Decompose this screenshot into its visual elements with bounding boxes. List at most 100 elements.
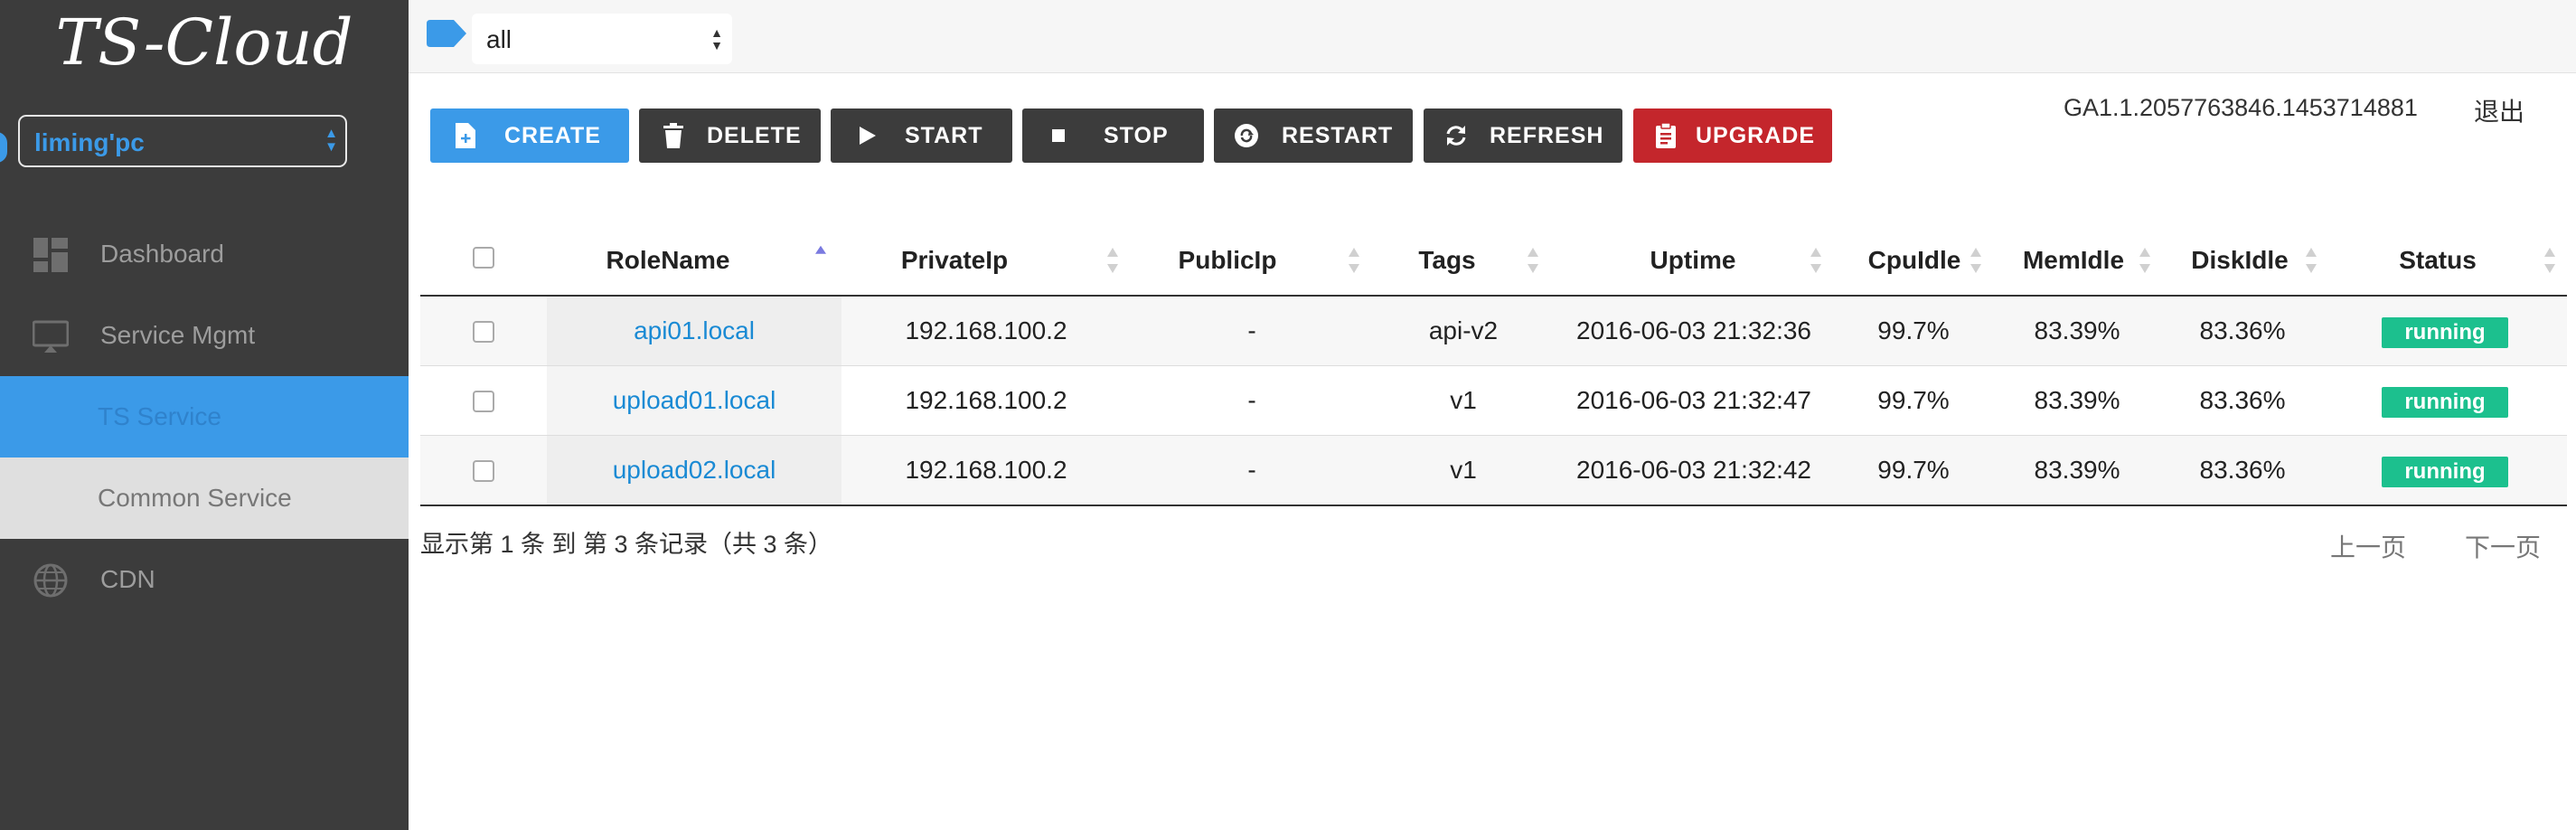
- mem-idle-cell: 83.39%: [2034, 456, 2120, 484]
- dashboard-icon: [33, 238, 68, 272]
- uptime-cell: 2016-06-03 21:32:36: [1576, 316, 1811, 344]
- private-ip-cell: 192.168.100.2: [905, 456, 1067, 484]
- sidebar-item-cdn[interactable]: CDN: [0, 539, 409, 620]
- sidebar: TS-Cloud liming'pc ▲ ▼ Dashboard Service …: [0, 0, 409, 830]
- select-arrows-icon: ▲ ▼: [324, 126, 338, 155]
- table-row: upload01.local 192.168.100.2 - v1 2016-0…: [420, 366, 2567, 436]
- clipboard-icon: [1656, 123, 1676, 148]
- refresh-button-label: REFRESH: [1490, 123, 1604, 148]
- stop-button[interactable]: STOP: [1022, 108, 1204, 163]
- sidebar-item-label: Dashboard: [100, 240, 224, 268]
- sidebar-item-label: Service Mgmt: [100, 321, 256, 349]
- tags-cell: v1: [1450, 386, 1477, 414]
- select-all-checkbox[interactable]: [473, 247, 494, 269]
- role-link[interactable]: upload02.local: [547, 436, 841, 505]
- sort-asc-icon[interactable]: [815, 244, 826, 257]
- sort-both-icon[interactable]: [1970, 247, 1981, 278]
- row-checkbox[interactable]: [473, 321, 494, 343]
- public-ip-cell: -: [1247, 316, 1256, 344]
- create-button[interactable]: CREATE: [430, 108, 629, 163]
- mem-idle-cell: 83.39%: [2034, 386, 2120, 414]
- row-checkbox[interactable]: [473, 391, 494, 412]
- delete-button[interactable]: DELETE: [639, 108, 821, 163]
- col-header-privateip[interactable]: PrivateIp: [841, 226, 1067, 295]
- tag-icon: [427, 20, 466, 47]
- sidebar-item-label: TS Service: [98, 402, 221, 430]
- sidebar-item-label: Common Service: [98, 484, 292, 512]
- sidebar-item-label: CDN: [100, 565, 155, 593]
- table-row: api01.local 192.168.100.2 - api-v2 2016-…: [420, 297, 2567, 366]
- start-button-label: START: [905, 123, 983, 148]
- refresh-icon: [1446, 126, 1466, 146]
- user-select[interactable]: liming'pc ▲ ▼: [18, 115, 347, 167]
- stop-icon: [1052, 129, 1065, 142]
- app-logo: TS-Cloud: [55, 5, 353, 80]
- sort-both-icon[interactable]: [1528, 247, 1538, 278]
- pagination-info: 显示第 1 条 到 第 3 条记录（共 3 条）: [420, 531, 833, 558]
- public-ip-cell: -: [1247, 386, 1256, 414]
- sidebar-item-ts-service[interactable]: TS Service: [0, 376, 409, 457]
- sort-both-icon[interactable]: [2544, 247, 2555, 278]
- uptime-cell: 2016-06-03 21:32:47: [1576, 386, 1811, 414]
- restart-icon: [1235, 124, 1258, 147]
- public-ip-cell: -: [1247, 456, 1256, 484]
- col-header-status[interactable]: Status: [2329, 226, 2546, 295]
- stop-button-label: STOP: [1104, 123, 1169, 148]
- globe-icon: [33, 563, 68, 598]
- table-row: upload02.local 192.168.100.2 - v1 2016-0…: [420, 436, 2567, 506]
- ga-id: GA1.1.2057763846.1453714881: [2064, 94, 2418, 121]
- monitor-icon: [33, 320, 69, 353]
- next-page-button[interactable]: 下一页: [2465, 528, 2541, 564]
- user-indicator: [0, 132, 7, 163]
- col-header-tags[interactable]: Tags: [1375, 226, 1519, 295]
- uptime-cell: 2016-06-03 21:32:42: [1576, 456, 1811, 484]
- status-badge: running: [2382, 456, 2508, 487]
- status-cell: running: [2324, 366, 2566, 435]
- role-link[interactable]: api01.local: [547, 297, 841, 365]
- tags-cell: api-v2: [1428, 316, 1499, 344]
- delete-button-label: DELETE: [707, 123, 802, 148]
- mem-idle-cell: 83.39%: [2034, 316, 2120, 344]
- sidebar-item-service-mgmt[interactable]: Service Mgmt: [0, 295, 409, 376]
- status-badge: running: [2382, 316, 2508, 348]
- disk-idle-cell: 83.36%: [2199, 316, 2286, 344]
- cpu-idle-cell: 99.7%: [1877, 316, 1950, 344]
- table-header: RoleName PrivateIp PublicIp Tags Uptime …: [420, 226, 2567, 297]
- role-link[interactable]: upload01.local: [547, 366, 841, 435]
- tag-filter-value: all: [486, 25, 512, 53]
- col-header-rolename[interactable]: RoleName: [547, 226, 789, 295]
- sort-both-icon[interactable]: [2139, 247, 2150, 278]
- upgrade-button[interactable]: UPGRADE: [1633, 108, 1832, 163]
- select-arrows-icon: ▲ ▼: [710, 25, 723, 52]
- create-button-label: CREATE: [504, 123, 601, 148]
- file-plus-icon: [456, 123, 475, 148]
- col-header-uptime[interactable]: Uptime: [1557, 226, 1829, 295]
- prev-page-button[interactable]: 上一页: [2330, 528, 2406, 564]
- col-header-memidle[interactable]: MemIdle: [1997, 226, 2150, 295]
- restart-button-label: RESTART: [1282, 123, 1394, 148]
- start-button[interactable]: START: [831, 108, 1012, 163]
- private-ip-cell: 192.168.100.2: [905, 316, 1067, 344]
- tag-filter-select[interactable]: all ▲ ▼: [472, 14, 732, 64]
- trash-icon: [663, 123, 683, 148]
- status-badge: running: [2382, 386, 2508, 418]
- col-header-cpuidle[interactable]: CpuIdle: [1838, 226, 1991, 295]
- upgrade-button-label: UPGRADE: [1696, 123, 1816, 148]
- sort-both-icon[interactable]: [1349, 247, 1359, 278]
- status-cell: running: [2324, 297, 2566, 365]
- sort-both-icon[interactable]: [2306, 247, 2317, 278]
- col-header-diskidle[interactable]: DiskIdle: [2163, 226, 2317, 295]
- private-ip-cell: 192.168.100.2: [905, 386, 1067, 414]
- refresh-button[interactable]: REFRESH: [1424, 108, 1622, 163]
- disk-idle-cell: 83.36%: [2199, 386, 2286, 414]
- tags-cell: v1: [1450, 456, 1477, 484]
- restart-button[interactable]: RESTART: [1214, 108, 1413, 163]
- logout-link[interactable]: 退出: [2474, 92, 2524, 128]
- sidebar-item-dashboard[interactable]: Dashboard: [0, 213, 409, 295]
- row-checkbox[interactable]: [473, 460, 494, 482]
- sidebar-item-common-service[interactable]: Common Service: [0, 457, 409, 539]
- sort-both-icon[interactable]: [1810, 247, 1821, 278]
- sort-both-icon[interactable]: [1107, 247, 1118, 278]
- status-cell: running: [2324, 436, 2566, 505]
- col-header-publicip[interactable]: PublicIp: [1133, 226, 1322, 295]
